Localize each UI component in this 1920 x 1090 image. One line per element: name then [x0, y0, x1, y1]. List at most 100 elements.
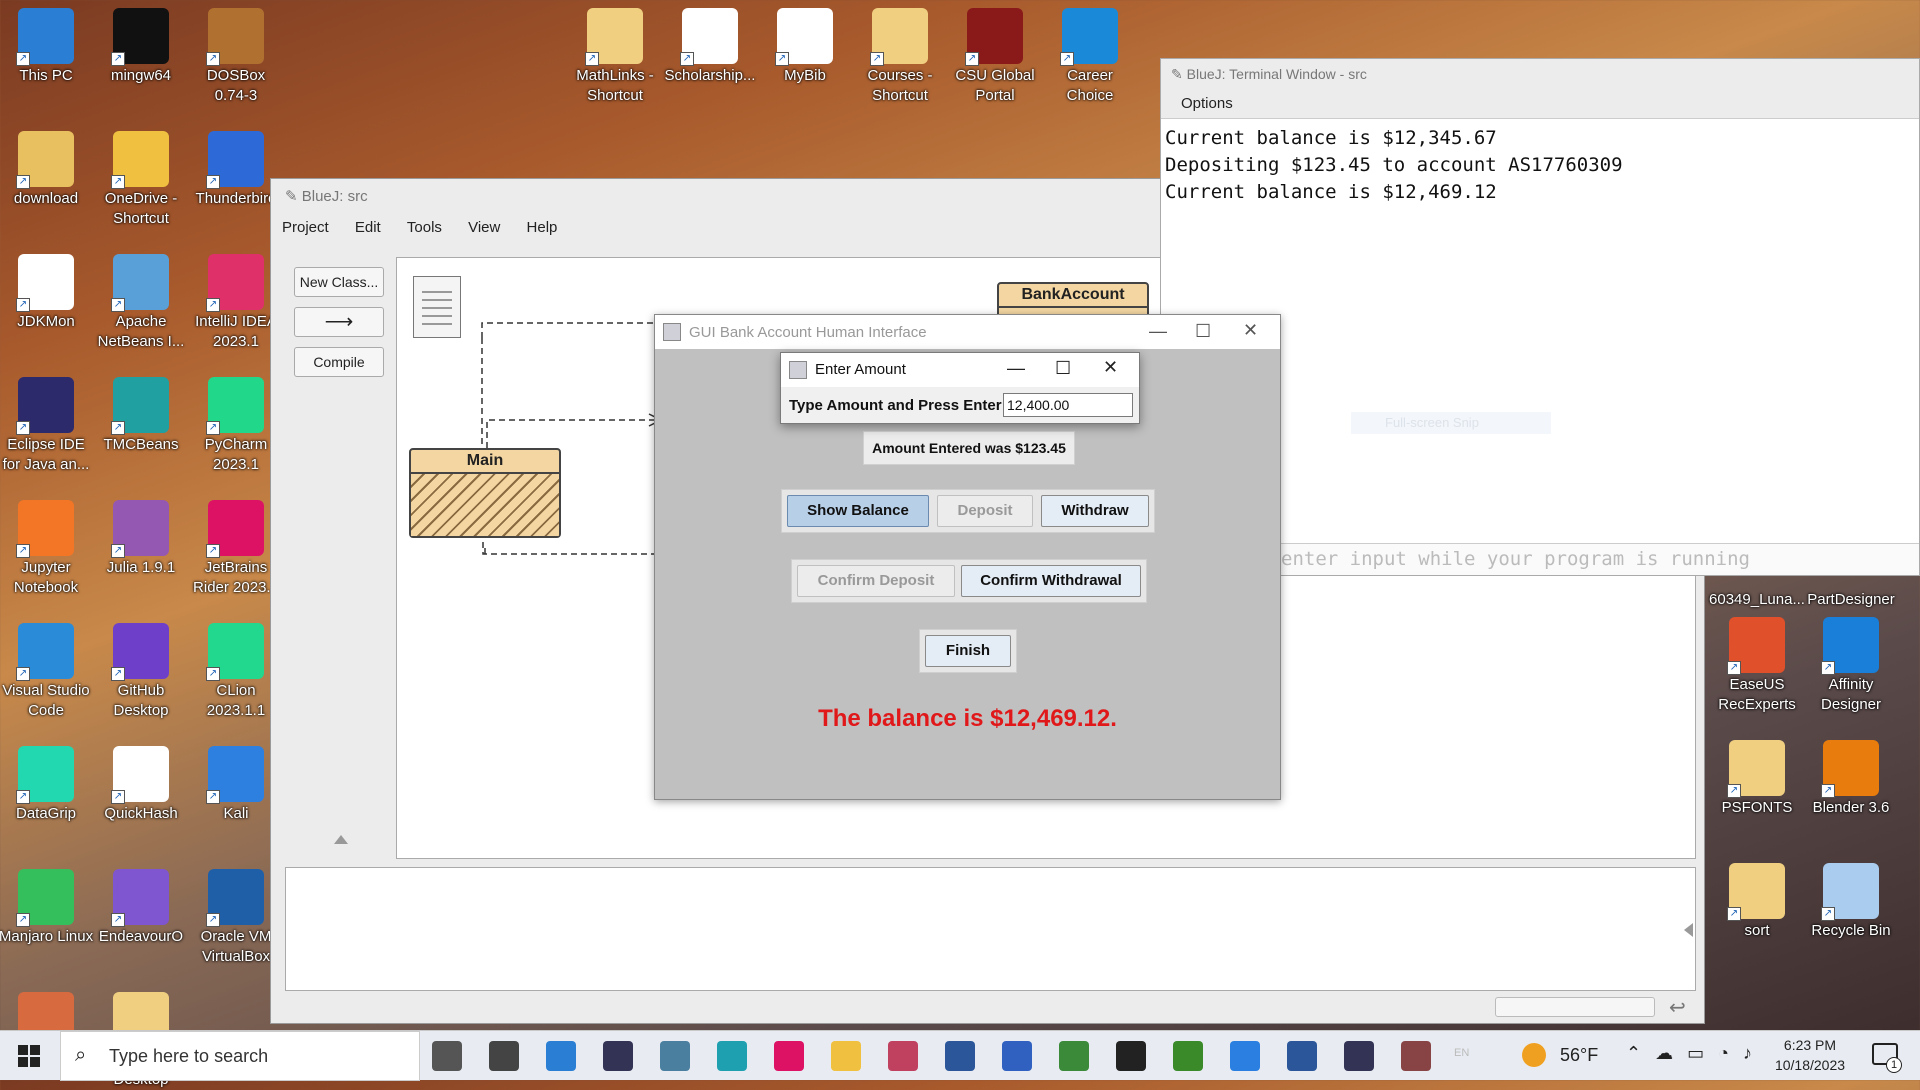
weather-icon[interactable]: [1522, 1043, 1546, 1067]
codepad-panel[interactable]: [285, 867, 1696, 991]
desktop-icon-left-19[interactable]: ↗ QuickHash: [93, 742, 189, 824]
desktop-icon-left-23-icon: ↗: [206, 869, 264, 927]
taskbar-app-icon-8[interactable]: [888, 1041, 918, 1071]
shortcut-arrow-icon: ↗: [16, 298, 30, 312]
confirm-deposit-button[interactable]: Confirm Deposit: [797, 565, 955, 597]
desktop-icon-top-1[interactable]: ↗ Scholarship...: [662, 4, 758, 86]
desktop-icon-top-3[interactable]: ↗ Courses - Shortcut: [852, 4, 948, 106]
menu-help[interactable]: Help: [516, 213, 569, 242]
system-tray-icons[interactable]: ⌃☁▭◔♪: [1626, 1043, 1766, 1064]
taskbar-app-icon-1[interactable]: [489, 1041, 519, 1071]
desktop-icon-top-0[interactable]: ↗ MathLinks - Shortcut: [567, 4, 663, 106]
taskbar-app-icon-11[interactable]: [1059, 1041, 1089, 1071]
desktop-icon-left-22[interactable]: ↗ EndeavourO: [93, 865, 189, 947]
amount-input[interactable]: 12,400.00: [1003, 393, 1133, 417]
clock-date: 10/18/2023: [1774, 1057, 1846, 1073]
collapse-triangle-icon[interactable]: [334, 835, 348, 844]
class-main[interactable]: Main: [409, 448, 561, 538]
taskbar-app-icon-0[interactable]: [432, 1041, 462, 1071]
taskbar-app-icon-7[interactable]: [831, 1041, 861, 1071]
uncompiled-hatch: [411, 474, 559, 536]
start-windows-icon[interactable]: [18, 1045, 40, 1067]
desktop-icon-right-0[interactable]: ↗60349_Luna...: [1709, 590, 1805, 610]
deposit-button[interactable]: Deposit: [937, 495, 1033, 527]
desktop-icon-left-16[interactable]: ↗ GitHub Desktop: [93, 619, 189, 721]
taskbar-app-icon-2[interactable]: [546, 1041, 576, 1071]
desktop-icon-top-2[interactable]: ↗ MyBib: [757, 4, 853, 86]
withdraw-button[interactable]: Withdraw: [1041, 495, 1149, 527]
desktop-icon-left-10[interactable]: ↗ TMCBeans: [93, 373, 189, 455]
desktop-icon-left-12[interactable]: ↗ Jupyter Notebook: [0, 496, 94, 598]
desktop-icon-right-7[interactable]: ↗ Recycle Bin: [1803, 859, 1899, 941]
taskbar-app-icon-4[interactable]: [660, 1041, 690, 1071]
expand-left-icon[interactable]: [1684, 923, 1693, 937]
new-class-button[interactable]: New Class...: [294, 267, 384, 297]
compile-button[interactable]: Compile: [294, 347, 384, 377]
desktop-icon-label: DataGrip: [15, 805, 77, 822]
clock[interactable]: 6:23 PM 10/18/2023: [1758, 1035, 1862, 1075]
desktop-icon-left-9[interactable]: ↗ Eclipse IDE for Java an...: [0, 373, 94, 475]
desktop-icon-right-3[interactable]: ↗ Affinity Designer: [1803, 613, 1899, 715]
language-indicator[interactable]: EN: [1454, 1047, 1469, 1059]
menu-project[interactable]: Project: [271, 213, 340, 242]
taskbar-app-icon-16[interactable]: [1344, 1041, 1374, 1071]
desktop-icon-top-5[interactable]: ↗ Career Choice: [1042, 4, 1138, 106]
menu-edit[interactable]: Edit: [344, 213, 392, 242]
maximize-icon[interactable]: ☐: [1195, 321, 1211, 342]
weather-temp[interactable]: 56°F: [1560, 1045, 1598, 1066]
desktop-icon-left-12-icon: ↗: [16, 500, 74, 558]
menu-tools[interactable]: Tools: [396, 213, 453, 242]
desktop-icon-left-18[interactable]: ↗ DataGrip: [0, 742, 94, 824]
reset-vm-icon[interactable]: ↩: [1669, 995, 1686, 1020]
shortcut-arrow-icon: ↗: [206, 298, 220, 312]
shortcut-arrow-icon: ↗: [16, 790, 30, 804]
desktop-icon-left-6[interactable]: ↗ JDKMon: [0, 250, 94, 332]
taskbar-search-box[interactable]: ⌕ Type here to search: [60, 1031, 420, 1081]
maximize-icon[interactable]: ☐: [1055, 358, 1071, 379]
desktop-icon-right-3-icon: ↗: [1821, 617, 1879, 675]
desktop-icon-right-4[interactable]: ↗ PSFONTS: [1709, 736, 1805, 818]
confirm-withdrawal-button[interactable]: Confirm Withdrawal: [961, 565, 1141, 597]
close-icon[interactable]: ✕: [1243, 320, 1258, 341]
desktop-icon-left-0[interactable]: ↗ This PC: [0, 4, 94, 86]
desktop-icon-left-13[interactable]: ↗ Julia 1.9.1: [93, 496, 189, 578]
desktop-icon-left-3[interactable]: ↗ download: [0, 127, 94, 209]
minimize-icon[interactable]: —: [1007, 358, 1025, 379]
desktop-icon-left-7[interactable]: ↗ Apache NetBeans I...: [93, 250, 189, 352]
desktop-icon-left-16-icon: ↗: [111, 623, 169, 681]
desktop-icon-right-1[interactable]: ↗PartDesigner: [1803, 590, 1899, 610]
finish-button[interactable]: Finish: [925, 635, 1011, 667]
desktop-icon-left-2[interactable]: ↗ DOSBox 0.74-3: [188, 4, 284, 106]
desktop-icon-left-1[interactable]: ↗ mingw64: [93, 4, 189, 86]
taskbar-app-icon-5[interactable]: [717, 1041, 747, 1071]
taskbar-app-icon-15[interactable]: [1287, 1041, 1317, 1071]
taskbar-app-icon-10[interactable]: [1002, 1041, 1032, 1071]
shortcut-arrow-icon: ↗: [111, 667, 125, 681]
desktop-icon-label: This PC: [19, 67, 73, 84]
shortcut-arrow-icon: ↗: [16, 52, 30, 66]
desktop-icon-left-15[interactable]: ↗ Visual Studio Code: [0, 619, 94, 721]
taskbar-app-icon-9[interactable]: [945, 1041, 975, 1071]
taskbar-app-icon-14[interactable]: [1230, 1041, 1260, 1071]
taskbar-app-icon-17[interactable]: [1401, 1041, 1431, 1071]
taskbar-app-icon-12[interactable]: [1116, 1041, 1146, 1071]
desktop-icon-left-4[interactable]: ↗ OneDrive - Shortcut: [93, 127, 189, 229]
show-balance-button[interactable]: Show Balance: [787, 495, 929, 527]
menu-view[interactable]: View: [457, 213, 511, 242]
shortcut-arrow-icon: ↗: [1821, 784, 1835, 798]
desktop-icon-right-6[interactable]: ↗ sort: [1709, 859, 1805, 941]
shortcut-arrow-icon: ↗: [585, 52, 599, 66]
taskbar-app-icon-3[interactable]: [603, 1041, 633, 1071]
terminal-options-menu[interactable]: Options: [1161, 89, 1919, 119]
desktop-icon-right-5[interactable]: ↗ Blender 3.6: [1803, 736, 1899, 818]
close-icon[interactable]: ✕: [1103, 357, 1118, 378]
minimize-icon[interactable]: —: [1149, 321, 1167, 342]
desktop-icon-right-2[interactable]: ↗ EaseUS RecExperts: [1709, 613, 1805, 715]
desktop-icon-left-21[interactable]: ↗ Manjaro Linux: [0, 865, 94, 947]
new-inheritance-arrow-button[interactable]: ⟶: [294, 307, 384, 337]
snip-hint: Full-screen Snip: [1351, 412, 1551, 434]
taskbar-app-icon-13[interactable]: [1173, 1041, 1203, 1071]
desktop-icon-top-4[interactable]: ↗ CSU Global Portal: [947, 4, 1043, 106]
shortcut-arrow-icon: ↗: [1727, 661, 1741, 675]
taskbar-app-icon-6[interactable]: [774, 1041, 804, 1071]
